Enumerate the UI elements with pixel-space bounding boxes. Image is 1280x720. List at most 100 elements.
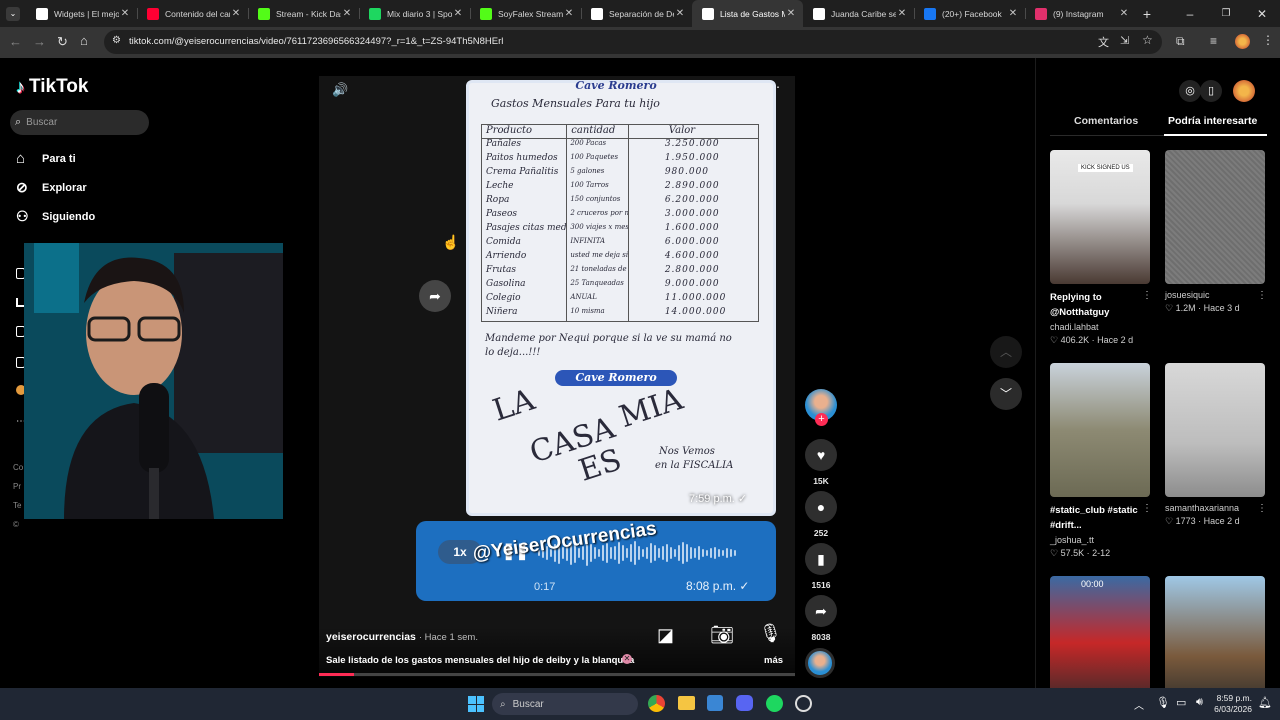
browser-tab[interactable]: (9) Instagram ✕ (1025, 0, 1136, 27)
tab-comments[interactable]: Comentarios (1074, 115, 1138, 127)
author-name[interactable]: yeiserocurrencias (326, 631, 416, 643)
close-tab-icon[interactable]: ✕ (452, 8, 464, 19)
follow-plus-icon[interactable]: + (815, 413, 828, 426)
card-more-icon[interactable]: ⋮ (1142, 503, 1152, 514)
browser-tab[interactable]: Separación de De ✕ (581, 0, 692, 27)
video-thumbnail[interactable] (1050, 363, 1150, 497)
browser-tab[interactable]: Mix diario 3 | Spoti ✕ (359, 0, 470, 27)
video-player[interactable]: 🔊 ⋯ Cave Romero Gastos Mensuales Para tu… (319, 76, 795, 677)
tab-search-button[interactable]: ⌄ (0, 0, 26, 27)
address-bar[interactable]: ⚙ tiktok.com/@yeiserocurrencias/video/76… (104, 30, 1162, 54)
card-author[interactable]: chadi.lahbat (1050, 322, 1150, 332)
share-button[interactable]: ➦ 8038 (805, 595, 837, 642)
more-link[interactable]: más (764, 655, 783, 666)
minimize-button[interactable]: – (1172, 7, 1208, 21)
media-icon[interactable]: ≡ (1210, 34, 1217, 48)
browser-tab[interactable]: (20+) Facebook ✕ (914, 0, 1025, 27)
browser-tab[interactable]: Stream - Kick Dashb✕ (248, 0, 359, 27)
reload-icon[interactable]: ↻ (57, 34, 68, 50)
menu-icon[interactable]: ⋮ (1262, 33, 1274, 47)
sticker-icon[interactable]: ◪ (657, 625, 674, 646)
creator-avatar[interactable]: + (805, 389, 837, 426)
start-button[interactable] (468, 696, 484, 712)
table-cell: INFINITA (567, 237, 629, 251)
like-button[interactable]: ♥ 15K (805, 439, 837, 486)
tiktok-logo[interactable]: ♪ TikTok (16, 76, 88, 98)
browser-tab[interactable]: Lista de Gastos M ✕ (692, 0, 803, 27)
store-icon[interactable] (707, 695, 723, 711)
volume-tray-icon[interactable]: 🔊︎ (1196, 696, 1203, 709)
close-window-button[interactable]: ✕ (1244, 7, 1280, 21)
volume-icon[interactable]: 🔊 (332, 82, 348, 98)
music-disc[interactable] (805, 648, 837, 678)
previous-video-button[interactable]: ︿ (990, 336, 1022, 368)
spotify-icon[interactable] (766, 695, 783, 712)
comment-button[interactable]: ● 252 (805, 491, 837, 538)
sidebar-item-explore[interactable]: ⊘ Explorar (16, 179, 87, 196)
forward-icon[interactable]: → (33, 34, 46, 49)
mic-tray-icon[interactable]: 🎙︎ (1156, 696, 1170, 709)
sidebar-item-following[interactable]: ⚇ Siguiendo (16, 208, 95, 225)
video-thumbnail[interactable] (1165, 150, 1265, 284)
file-explorer-icon[interactable] (678, 696, 695, 710)
taskbar-search[interactable]: ⌕ Buscar (492, 693, 638, 715)
browser-tab[interactable]: SoyFalex Stream ✕ (470, 0, 581, 27)
progress-bar[interactable] (319, 673, 795, 676)
recommended-video-card[interactable]: josuesiquic ♡ 1.2M · Hace 3 d ⋮ (1165, 150, 1267, 314)
card-author[interactable]: samanthaxarianna (1165, 503, 1265, 513)
browser-tab[interactable]: Contenido del canal✕ (137, 0, 248, 27)
video-thumbnail[interactable]: KICK SIGNED US (1050, 150, 1150, 284)
chrome-icon[interactable] (648, 695, 665, 712)
maximize-button[interactable]: ❐ (1208, 8, 1244, 19)
close-tab-icon[interactable]: ✕ (230, 8, 242, 19)
back-icon[interactable]: ← (9, 34, 22, 49)
video-thumbnail[interactable] (1165, 363, 1265, 497)
card-more-icon[interactable]: ⋮ (1142, 290, 1152, 301)
waveform-bar (662, 546, 664, 560)
close-tab-icon[interactable]: ✕ (119, 8, 131, 19)
tray-chevron-icon[interactable]: ︿ (1134, 697, 1144, 712)
browser-tab[interactable]: Juanda Caribe se ✕ (803, 0, 914, 27)
card-author[interactable]: josuesiquic (1165, 290, 1265, 300)
obs-icon[interactable] (795, 695, 812, 712)
notification-icon[interactable]: 🔔︎ (1258, 696, 1272, 709)
recommended-video-card[interactable]: #static_club #static #drift... _joshua_.t… (1050, 363, 1152, 559)
phone-icon[interactable]: ▯ (1200, 80, 1222, 102)
translate-icon[interactable]: 文 (1098, 34, 1109, 50)
card-more-icon[interactable]: ⋮ (1257, 503, 1267, 514)
microphone-icon[interactable]: 🎙︎ (759, 623, 782, 644)
close-tab-icon[interactable]: ✕ (1118, 8, 1130, 19)
install-icon[interactable]: ⇲ (1120, 34, 1129, 47)
sidebar-item-for-you[interactable]: ⌂ Para ti (16, 150, 76, 167)
close-tab-icon[interactable]: ✕ (674, 8, 686, 19)
camera-icon[interactable]: 📷︎ (710, 623, 734, 647)
save-button[interactable]: ▮ 1516 (805, 543, 837, 590)
network-icon[interactable]: ▭ (1176, 696, 1186, 709)
next-video-button[interactable]: ﹀ (990, 378, 1022, 410)
share-icon: ➦ (815, 602, 827, 619)
profile-avatar[interactable] (1235, 34, 1250, 49)
tab-you-may-like[interactable]: Podría interesarte (1168, 115, 1257, 127)
discord-icon[interactable] (736, 695, 753, 711)
close-tab-icon[interactable]: ✕ (563, 8, 575, 19)
bookmark-star-icon[interactable]: ☆ (1142, 33, 1153, 47)
browser-tab[interactable]: Widgets | El mejor ✕ (26, 0, 137, 27)
close-tab-icon[interactable]: ✕ (896, 8, 908, 19)
search-input[interactable]: ⌕ Buscar (10, 110, 149, 135)
extensions-icon[interactable]: ⧉ (1176, 34, 1185, 49)
recommended-video-card[interactable]: KICK SIGNED US Replying to @Notthatguy cha… (1050, 150, 1152, 346)
site-info-icon[interactable]: ⚙ (112, 35, 121, 46)
taskbar-clock[interactable]: 8:59 p.m. 6/03/2026 (1212, 693, 1252, 715)
close-tab-icon[interactable]: ✕ (341, 8, 353, 19)
compass-icon[interactable]: ◎ (1179, 80, 1201, 102)
user-avatar[interactable] (1233, 80, 1255, 102)
sidebar-item-label: Para ti (42, 152, 76, 165)
card-more-icon[interactable]: ⋮ (1257, 290, 1267, 301)
recommended-video-card[interactable]: samanthaxarianna ♡ 1773 · Hace 2 d ⋮ (1165, 363, 1267, 527)
share-overlay-button[interactable]: ➦ (419, 280, 451, 312)
new-tab-button[interactable]: + (1136, 6, 1158, 22)
home-icon[interactable]: ⌂ (80, 33, 88, 48)
card-author[interactable]: _joshua_.tt (1050, 535, 1150, 545)
close-tab-icon[interactable]: ✕ (785, 8, 797, 19)
close-tab-icon[interactable]: ✕ (1007, 8, 1019, 19)
